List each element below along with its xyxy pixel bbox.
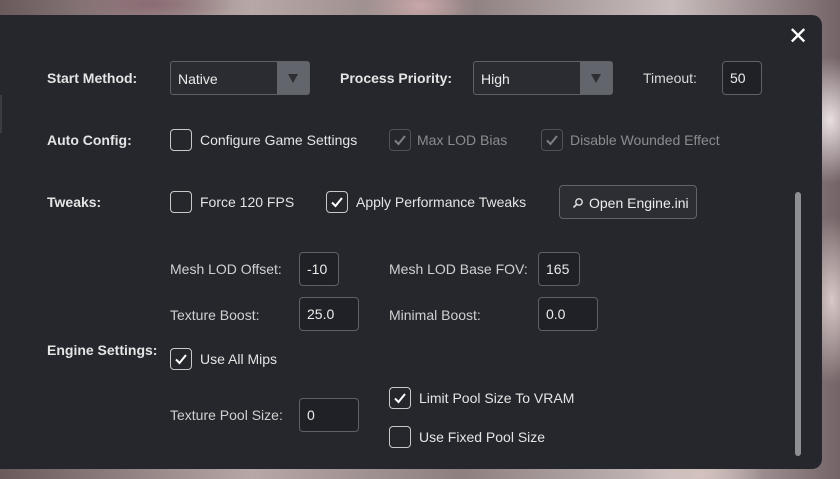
configure-game-settings-label: Configure Game Settings: [200, 132, 358, 148]
configure-game-settings-checkbox[interactable]: [170, 129, 192, 151]
max-lod-bias-checkbox[interactable]: [389, 129, 411, 151]
minimal-boost-value: 0.0: [546, 306, 566, 322]
checkmark-icon: [546, 135, 558, 146]
limit-pool-size-to-vram-label: Limit Pool Size To VRAM: [419, 390, 575, 406]
texture-boost-value: 25.0: [307, 306, 335, 322]
use-fixed-pool-size-checkbox[interactable]: [389, 426, 411, 448]
force-120-fps-checkbox[interactable]: [170, 191, 192, 213]
texture-boost-input[interactable]: 25.0: [299, 297, 359, 331]
chevron-down-icon: [591, 74, 601, 83]
panel-edge-divider: [0, 95, 2, 133]
mesh-lod-base-fov-label: Mesh LOD Base FOV:: [389, 261, 528, 277]
force-120-fps-label: Force 120 FPS: [200, 194, 295, 210]
minimal-boost-input[interactable]: 0.0: [538, 297, 598, 331]
use-all-mips-label: Use All Mips: [200, 351, 278, 367]
texture-boost-label: Texture Boost:: [170, 307, 260, 323]
disable-wounded-effect-checkbox[interactable]: [541, 129, 563, 151]
tweaks-label: Tweaks:: [47, 194, 102, 210]
start-method-value: Native: [178, 71, 218, 87]
mesh-lod-offset-label: Mesh LOD Offset:: [170, 261, 282, 277]
limit-pool-size-to-vram-checkbox[interactable]: [389, 387, 411, 409]
open-engine-ini-label: Open Engine.ini: [589, 195, 689, 211]
disable-wounded-effect-label: Disable Wounded Effect: [570, 132, 720, 148]
max-lod-bias-label: Max LOD Bias: [417, 132, 508, 148]
engine-settings-label: Engine Settings:: [47, 342, 158, 358]
process-priority-label: Process Priority:: [340, 70, 453, 86]
close-button[interactable]: ✕: [786, 25, 810, 50]
checkmark-icon: [394, 135, 406, 146]
minimal-boost-label: Minimal Boost:: [389, 307, 481, 323]
start-method-select[interactable]: Native: [170, 61, 310, 95]
checkmark-icon: [175, 354, 187, 365]
texture-pool-size-label: Texture Pool Size:: [170, 407, 283, 423]
auto-config-label: Auto Config:: [47, 132, 132, 148]
timeout-input[interactable]: 50: [722, 61, 762, 95]
mesh-lod-offset-value: -10: [307, 261, 328, 277]
timeout-value: 50: [730, 70, 746, 86]
texture-pool-size-value: 0: [307, 407, 315, 423]
start-method-dropdown-toggle[interactable]: [277, 62, 309, 94]
mesh-lod-base-fov-value: 165: [546, 261, 570, 277]
use-fixed-pool-size-label: Use Fixed Pool Size: [419, 429, 546, 445]
apply-performance-tweaks-label: Apply Performance Tweaks: [356, 194, 527, 210]
mesh-lod-base-fov-input[interactable]: 165: [538, 252, 580, 286]
search-icon: [572, 198, 583, 209]
process-priority-select[interactable]: High: [473, 61, 613, 95]
vertical-scrollbar[interactable]: [795, 192, 801, 456]
use-all-mips-checkbox[interactable]: [170, 348, 192, 370]
process-priority-value: High: [481, 71, 510, 87]
mesh-lod-offset-input[interactable]: -10: [299, 252, 339, 286]
apply-performance-tweaks-checkbox[interactable]: [326, 191, 348, 213]
process-priority-dropdown-toggle[interactable]: [580, 62, 612, 94]
open-engine-ini-button[interactable]: Open Engine.ini: [559, 185, 697, 219]
chevron-down-icon: [288, 74, 298, 83]
texture-pool-size-input[interactable]: 0: [299, 398, 359, 432]
checkmark-icon: [394, 393, 406, 404]
start-method-label: Start Method:: [47, 70, 138, 86]
timeout-label: Timeout:: [643, 70, 697, 86]
checkmark-icon: [331, 197, 343, 208]
